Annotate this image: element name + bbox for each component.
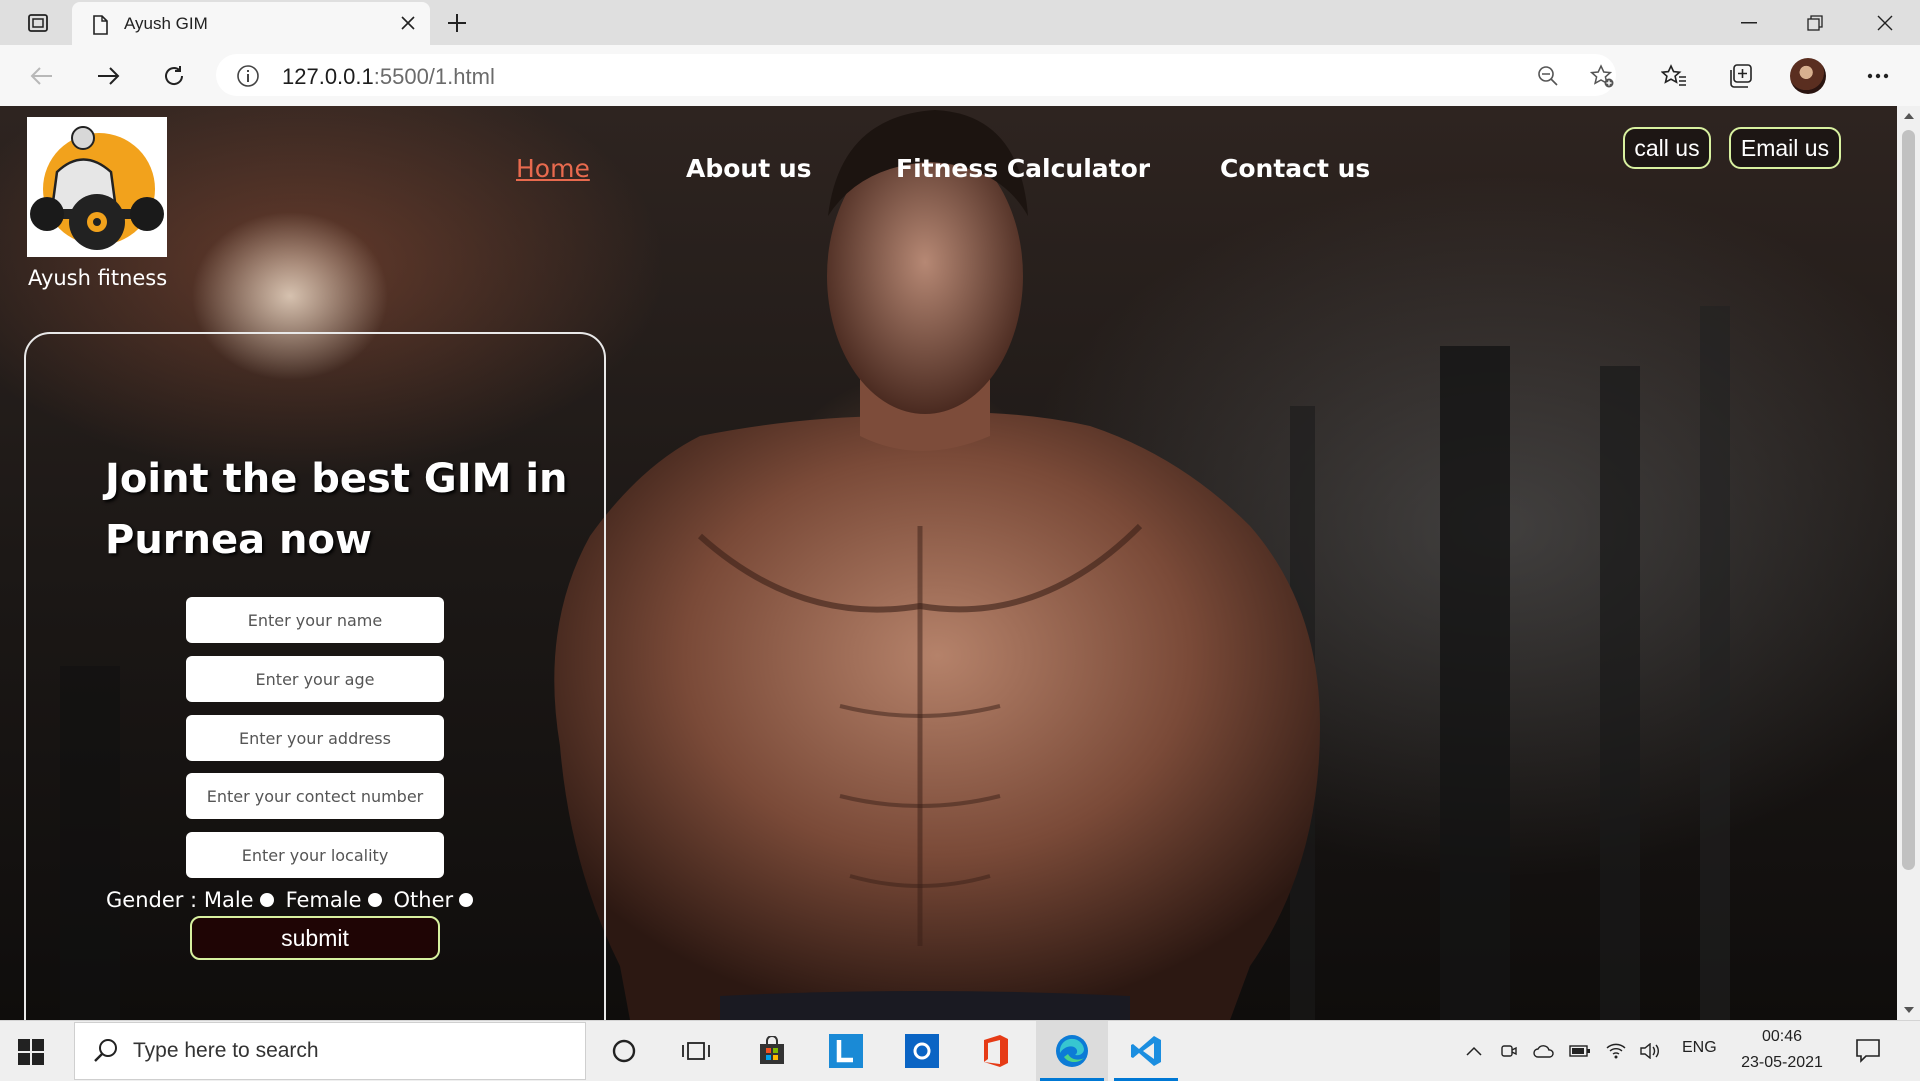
email-us-button[interactable]: Email us: [1729, 127, 1841, 169]
page-scrollbar[interactable]: [1897, 106, 1920, 1020]
collections-icon[interactable]: [1722, 59, 1758, 93]
vscode-icon[interactable]: [1110, 1021, 1182, 1081]
restore-icon[interactable]: [1782, 0, 1848, 45]
notifications-icon[interactable]: [1855, 1037, 1881, 1067]
windows-taskbar: Type here to search ENG 00:46 23-05-2021: [0, 1020, 1920, 1081]
gender-option-female-label: Female: [285, 888, 362, 912]
close-icon[interactable]: [396, 11, 420, 35]
office-icon[interactable]: [960, 1021, 1032, 1081]
gender-radio-other[interactable]: [459, 893, 474, 907]
scroll-down-icon[interactable]: [1897, 1000, 1920, 1020]
contact-number-field[interactable]: [186, 773, 444, 819]
task-view-icon[interactable]: [660, 1021, 732, 1081]
wifi-icon[interactable]: [1604, 1039, 1628, 1063]
gender-label: Gender :: [106, 888, 198, 912]
submit-button[interactable]: submit: [190, 916, 440, 960]
browser-tab[interactable]: Ayush GIM: [72, 2, 430, 45]
store-icon[interactable]: [736, 1021, 808, 1081]
nav-about-us[interactable]: About us: [686, 154, 812, 183]
zoom-out-icon[interactable]: [1534, 63, 1562, 89]
clock-time[interactable]: 00:46: [1732, 1028, 1832, 1046]
add-favorite-icon[interactable]: [1588, 63, 1616, 89]
favorites-icon[interactable]: [1656, 59, 1692, 93]
gender-option-male-label: Male: [203, 888, 254, 912]
tab-title: Ayush GIM: [124, 14, 208, 33]
info-icon[interactable]: [236, 64, 260, 92]
url-bar[interactable]: 127.0.0.1:5500/1.html: [216, 54, 1616, 96]
profile-avatar[interactable]: [1790, 58, 1826, 94]
nav-contact-us[interactable]: Contact us: [1220, 154, 1370, 183]
windows-start-icon[interactable]: [18, 1039, 44, 1065]
browser-tab-bar: Ayush GIM: [0, 0, 1920, 45]
battery-icon[interactable]: [1568, 1039, 1592, 1063]
gym-logo[interactable]: [27, 117, 167, 257]
show-hidden-icons-icon[interactable]: [1462, 1039, 1486, 1063]
l-app-icon[interactable]: [810, 1021, 882, 1081]
cortana-icon[interactable]: [588, 1021, 660, 1081]
scroll-thumb[interactable]: [1902, 130, 1915, 870]
onedrive-icon[interactable]: [1532, 1039, 1556, 1063]
taskbar-search[interactable]: Type here to search: [74, 1022, 586, 1080]
language-indicator[interactable]: ENG: [1682, 1039, 1717, 1057]
call-us-button[interactable]: call us: [1623, 127, 1711, 169]
gender-group: Gender : Male Female Other: [106, 888, 485, 912]
scroll-up-icon[interactable]: [1897, 106, 1920, 126]
join-headline: Joint the best GIM in Purnea now: [105, 456, 568, 563]
url-text: 127.0.0.1:5500/1.html: [282, 64, 495, 89]
gender-radio-female[interactable]: [367, 893, 382, 907]
gender-radio-male[interactable]: [259, 893, 274, 907]
address-field[interactable]: [186, 715, 444, 761]
back-icon[interactable]: [24, 59, 60, 93]
name-field[interactable]: [186, 597, 444, 643]
outlook-icon[interactable]: [886, 1021, 958, 1081]
forward-icon[interactable]: [90, 59, 126, 93]
logo-emblem-icon: [30, 126, 164, 250]
search-icon: [93, 1038, 119, 1068]
locality-field[interactable]: [186, 832, 444, 878]
search-placeholder: Type here to search: [133, 1039, 319, 1062]
age-field[interactable]: [186, 656, 444, 702]
edge-icon[interactable]: [1036, 1021, 1108, 1081]
volume-icon[interactable]: [1638, 1039, 1662, 1063]
refresh-icon[interactable]: [156, 59, 192, 93]
tab-actions-icon[interactable]: [18, 8, 58, 38]
web-page: Ayush fitness Home About us Fitness Calc…: [0, 106, 1897, 1020]
brand-name: Ayush fitness: [28, 266, 168, 290]
page-icon: [92, 15, 108, 39]
more-icon[interactable]: [1860, 59, 1896, 93]
gender-option-other-label: Other: [393, 888, 454, 912]
nav-fitness-calculator[interactable]: Fitness Calculator: [896, 154, 1150, 183]
new-tab-icon[interactable]: [440, 8, 474, 38]
window-close-icon[interactable]: [1852, 0, 1918, 45]
clock-date[interactable]: 23-05-2021: [1732, 1054, 1832, 1072]
address-toolbar: 127.0.0.1:5500/1.html: [0, 45, 1920, 107]
minimize-icon[interactable]: [1716, 0, 1782, 45]
meet-now-icon[interactable]: [1496, 1039, 1520, 1063]
nav-home[interactable]: Home: [516, 154, 590, 183]
